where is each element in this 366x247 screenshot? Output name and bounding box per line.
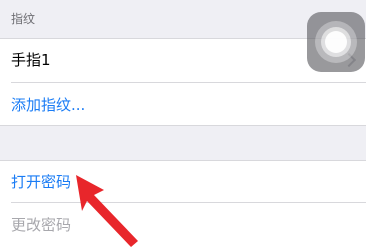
- change-passcode-row: 更改密码: [0, 203, 366, 247]
- assistive-touch-ring-inner: [325, 31, 347, 53]
- passcode-group: 打开密码 更改密码: [0, 160, 366, 247]
- add-fingerprint-row[interactable]: 添加指纹...: [0, 83, 366, 126]
- fingerprint-row-label: 手指1: [11, 51, 51, 69]
- turn-passcode-on-row[interactable]: 打开密码: [0, 160, 366, 202]
- assistive-touch-icon[interactable]: [307, 12, 365, 72]
- add-fingerprint-link[interactable]: 添加指纹...: [11, 96, 85, 114]
- fingerprints-header-label: 指纹: [11, 12, 36, 26]
- section-gap: [0, 126, 366, 160]
- red-arrow-icon: [76, 175, 138, 247]
